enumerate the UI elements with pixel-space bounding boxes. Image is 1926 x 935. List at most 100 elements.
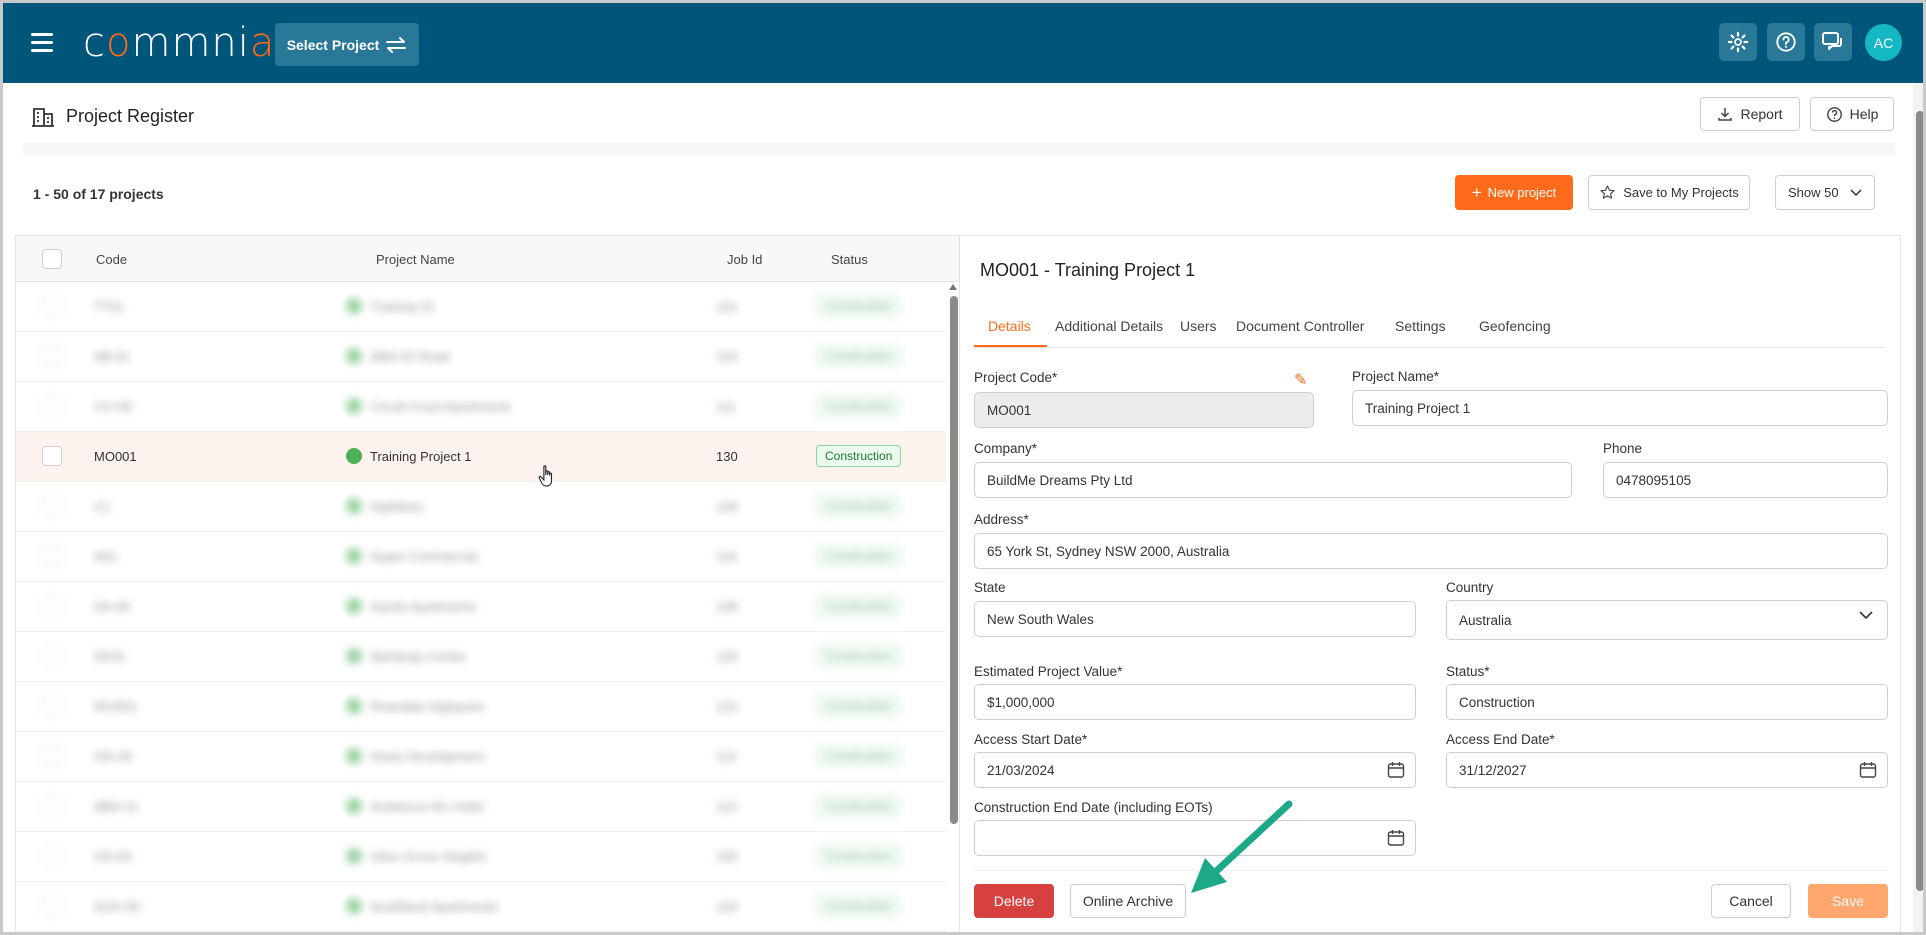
column-project-name[interactable]: Project Name: [376, 252, 455, 267]
table-row[interactable]: MO001 Training Project 1 130 Construction: [16, 432, 948, 482]
cancel-button[interactable]: Cancel: [1711, 884, 1791, 918]
show-count-select[interactable]: Show 50: [1775, 175, 1875, 210]
row-checkbox[interactable]: [42, 696, 62, 716]
hand-cursor-icon: [538, 465, 553, 487]
show-count-label: Show 50: [1788, 185, 1839, 200]
tab-users[interactable]: Users: [1180, 318, 1217, 334]
row-checkbox[interactable]: [42, 546, 62, 566]
row-checkbox[interactable]: [42, 646, 62, 666]
help-icon[interactable]: [1767, 23, 1805, 61]
save-to-my-projects-button[interactable]: Save to My Projects: [1588, 175, 1750, 210]
table-row[interactable]: SK01 Skinbody Centre 120 Construction: [16, 632, 948, 682]
access-start-field[interactable]: 21/03/2024: [974, 752, 1416, 788]
table-row[interactable]: SUH-00 Southland Apartments 104 Constructio…: [16, 882, 948, 932]
project-status-icon: [346, 298, 362, 314]
row-checkbox[interactable]: [42, 846, 62, 866]
project-status-icon: [346, 348, 362, 364]
calendar-icon[interactable]: [1387, 829, 1405, 847]
settings-icon[interactable]: [1719, 23, 1757, 61]
table-row[interactable]: S01 Super Commercial 116 Construction: [16, 532, 948, 582]
country-value: Australia: [1459, 612, 1512, 628]
status-field[interactable]: Construction: [1446, 684, 1888, 720]
row-checkbox[interactable]: [42, 396, 62, 416]
detail-tabs: Details Additional Details Users Documen…: [974, 304, 1884, 348]
tab-details[interactable]: Details: [988, 318, 1031, 334]
row-job-id: 102: [716, 349, 738, 364]
chevron-down-icon: [1850, 188, 1862, 196]
project-table: Code Project Name Job Id Status TT01 Trai…: [15, 235, 959, 932]
select-project-button[interactable]: Select Project: [275, 23, 419, 66]
column-job-id[interactable]: Job Id: [727, 252, 762, 267]
table-row[interactable]: AB-01 ABA-02 Road 102 Construction: [16, 332, 948, 382]
column-status[interactable]: Status: [831, 252, 868, 267]
table-row[interactable]: TT01 Training 01 101 Construction: [16, 282, 948, 332]
row-project-name: Super Commercial: [346, 548, 478, 564]
estimated-value-field[interactable]: $1,000,000: [974, 684, 1416, 720]
help-button[interactable]: Help: [1810, 97, 1894, 131]
report-button[interactable]: Report: [1700, 97, 1800, 131]
calendar-icon[interactable]: [1387, 761, 1405, 779]
help-circle-icon: [1826, 106, 1842, 122]
table-row[interactable]: CO-00 Circell Court Apartments 111 Construc…: [16, 382, 948, 432]
delete-button[interactable]: Delete: [974, 884, 1054, 918]
status-badge: Construction: [816, 695, 902, 717]
online-archive-button[interactable]: Online Archive: [1070, 884, 1186, 918]
avatar[interactable]: AC: [1865, 24, 1902, 61]
company-value: BuildMe Dreams Pty Ltd: [987, 472, 1133, 488]
row-code: S01: [94, 549, 118, 564]
row-checkbox[interactable]: [42, 796, 62, 816]
address-value: 65 York St, Sydney NSW 2000, Australia: [987, 543, 1230, 559]
row-checkbox[interactable]: [42, 746, 62, 766]
status-badge: Construction: [816, 745, 902, 767]
row-checkbox[interactable]: [42, 896, 62, 916]
row-checkbox[interactable]: [42, 346, 62, 366]
pagination-count: 1 - 50 of 17 projects: [33, 186, 164, 202]
row-project-name-text: Super Commercial: [370, 548, 478, 564]
menu-icon[interactable]: [31, 33, 53, 52]
country-select[interactable]: Australia: [1446, 600, 1888, 640]
tab-settings[interactable]: Settings: [1395, 318, 1446, 334]
row-checkbox[interactable]: [42, 596, 62, 616]
chat-icon[interactable]: [1814, 23, 1852, 61]
project-status-icon: [346, 698, 362, 714]
phone-field[interactable]: 0478095105: [1603, 462, 1888, 498]
save-button[interactable]: Save: [1808, 884, 1888, 918]
tab-document-controller[interactable]: Document Controller: [1236, 318, 1364, 334]
table-row[interactable]: C1 Highlines 109 Construction: [16, 482, 948, 532]
project-status-icon: [346, 548, 362, 564]
project-status-icon: [346, 648, 362, 664]
table-header: Code Project Name Job Id Status: [16, 236, 959, 282]
row-code: SK01: [94, 649, 126, 664]
tab-geofencing[interactable]: Geofencing: [1479, 318, 1551, 334]
company-field[interactable]: BuildMe Dreams Pty Ltd: [974, 462, 1572, 498]
select-all-checkbox[interactable]: [42, 249, 62, 269]
row-code: OD-00: [94, 749, 133, 764]
row-checkbox[interactable]: [42, 496, 62, 516]
page-scrollbar[interactable]: [1913, 83, 1923, 932]
project-code-field: MO001: [974, 392, 1314, 428]
table-row[interactable]: RIV001 Riverdale Highpoint 122 Construction: [16, 682, 948, 732]
state-field[interactable]: New South Wales: [974, 601, 1416, 637]
table-row[interactable]: ABA-11 Antelence M1 Hotel 110 Construction: [16, 782, 948, 832]
page-title: Project Register: [66, 106, 195, 126]
access-end-field[interactable]: 31/12/2027: [1446, 752, 1888, 788]
row-checkbox[interactable]: [42, 446, 62, 466]
row-project-name-text: ABA-02 Road: [370, 348, 450, 364]
access-end-label: Access End Date*: [1446, 732, 1555, 747]
address-field[interactable]: 65 York St, Sydney NSW 2000, Australia: [974, 533, 1888, 569]
row-checkbox[interactable]: [42, 296, 62, 316]
calendar-icon[interactable]: [1859, 761, 1877, 779]
row-project-name: ABA-02 Road: [346, 348, 450, 364]
table-row[interactable]: OS-00 Olive Grove Heights 105 Construction: [16, 832, 948, 882]
status-badge: Construction: [816, 445, 902, 467]
row-project-name-text: Training 01: [370, 298, 435, 314]
row-project-name-text: Riverdale Highpoint: [370, 698, 484, 714]
edit-pencil-icon[interactable]: ✎: [1294, 370, 1307, 390]
table-row[interactable]: OD-00 Oasis Development 112 Construction: [16, 732, 948, 782]
tab-additional-details[interactable]: Additional Details: [1055, 318, 1163, 334]
table-scrollbar[interactable]: [946, 282, 959, 932]
table-row[interactable]: SA-00 Sands Apartments 108 Construction: [16, 582, 948, 632]
project-name-field[interactable]: Training Project 1: [1352, 390, 1888, 426]
new-project-button[interactable]: + New project: [1455, 175, 1573, 210]
column-code[interactable]: Code: [96, 252, 127, 267]
